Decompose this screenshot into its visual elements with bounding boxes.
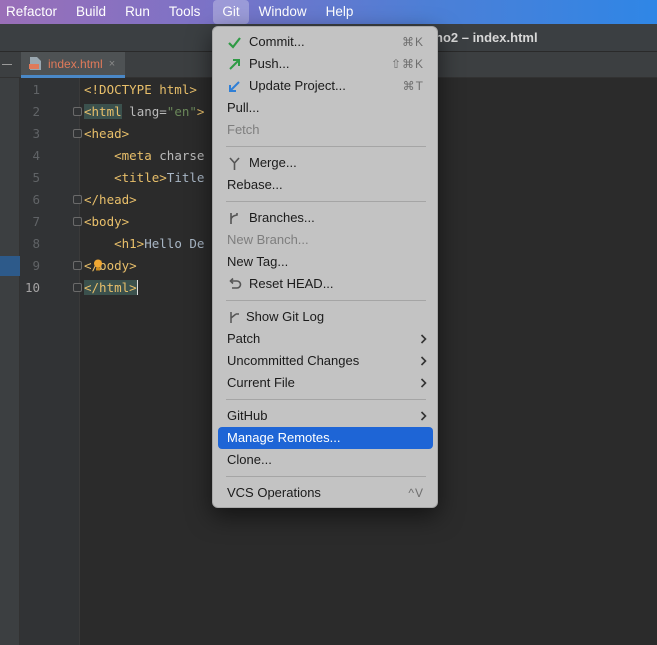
branch-icon bbox=[230, 213, 238, 224]
code-text: <title>Title bbox=[114, 170, 205, 185]
push-arrow-icon bbox=[229, 59, 240, 70]
update-arrow-icon bbox=[229, 81, 240, 92]
menu-item-fetch: Fetch bbox=[218, 119, 433, 141]
git-dropdown-menu: Commit... ⌘K Push... ⇧⌘K Update Project.… bbox=[212, 26, 438, 508]
menu-item-commit[interactable]: Commit... ⌘K bbox=[218, 31, 433, 53]
fold-marker-icon[interactable] bbox=[73, 195, 82, 204]
menu-item-reset-head[interactable]: Reset HEAD... bbox=[218, 273, 433, 295]
menu-item-update-project[interactable]: Update Project... ⌘T bbox=[218, 75, 433, 97]
menu-item-clone[interactable]: Clone... bbox=[218, 449, 433, 471]
menu-item-push[interactable]: Push... ⇧⌘K bbox=[218, 53, 433, 75]
menu-label: Update Project... bbox=[249, 78, 346, 93]
tab-close-icon[interactable]: × bbox=[109, 58, 115, 70]
menu-item-new-tag[interactable]: New Tag... bbox=[218, 251, 433, 273]
menu-item-current-file[interactable]: Current File bbox=[218, 372, 433, 394]
code-text: <h1>Hello De bbox=[114, 236, 205, 251]
collapse-icon[interactable] bbox=[2, 64, 12, 65]
menu-item-branches[interactable]: Branches... bbox=[218, 207, 433, 229]
menu-shortcut: ⇧⌘K bbox=[390, 57, 424, 71]
reset-icon bbox=[229, 277, 242, 289]
menu-separator bbox=[226, 399, 426, 400]
menu-item-patch[interactable]: Patch bbox=[218, 328, 433, 350]
line-number: 3 bbox=[32, 126, 40, 141]
html-file-icon bbox=[29, 57, 41, 70]
fold-marker-icon[interactable] bbox=[73, 283, 82, 292]
window-title: no2 – index.html bbox=[435, 30, 538, 45]
fold-marker-icon[interactable] bbox=[73, 129, 82, 138]
code-text: <!DOCTYPE html> bbox=[84, 82, 197, 97]
line-number: 4 bbox=[32, 148, 40, 163]
line-number: 7 bbox=[32, 214, 40, 229]
menu-item-show-git-log[interactable]: Show Git Log bbox=[218, 306, 433, 328]
menu-shortcut: ⌘K bbox=[401, 35, 424, 49]
commit-check-icon bbox=[228, 37, 241, 49]
lightbulb-icon[interactable] bbox=[93, 259, 103, 272]
code-text: <meta charse bbox=[114, 148, 205, 163]
menu-label: Patch bbox=[227, 331, 261, 346]
menu-refactor[interactable]: Refactor bbox=[0, 0, 68, 24]
tab-label: index.html bbox=[48, 56, 103, 71]
menu-item-new-branch: New Branch... bbox=[218, 229, 433, 251]
menu-label: Clone... bbox=[227, 452, 272, 467]
menu-label: Rebase... bbox=[227, 177, 283, 192]
project-tool-marker[interactable] bbox=[0, 256, 20, 276]
menu-item-github[interactable]: GitHub bbox=[218, 405, 433, 427]
menu-window[interactable]: Window bbox=[251, 0, 318, 24]
submenu-arrow-icon bbox=[420, 356, 427, 366]
menu-item-vcs-operations[interactable]: VCS Operations ^V bbox=[218, 482, 433, 504]
fold-marker-icon[interactable] bbox=[73, 217, 82, 226]
menu-item-manage-remotes[interactable]: Manage Remotes... bbox=[218, 427, 433, 449]
code-text: </body> bbox=[84, 258, 137, 273]
tab-index-html[interactable]: index.html × bbox=[21, 52, 125, 78]
line-number: 8 bbox=[32, 236, 40, 251]
menu-label: Fetch bbox=[227, 122, 260, 137]
line-number: 9 bbox=[32, 258, 40, 273]
menu-separator bbox=[226, 300, 426, 301]
git-log-icon bbox=[230, 312, 239, 323]
menu-label: New Tag... bbox=[227, 254, 289, 269]
code-text: </html> bbox=[84, 280, 138, 295]
menu-run[interactable]: Run bbox=[117, 0, 161, 24]
code-text: </head> bbox=[84, 192, 137, 207]
menu-git[interactable]: Git bbox=[213, 0, 249, 24]
merge-icon bbox=[229, 157, 240, 170]
menu-item-uncommitted-changes[interactable]: Uncommitted Changes bbox=[218, 350, 433, 372]
line-number: 2 bbox=[32, 104, 40, 119]
menu-label: Manage Remotes... bbox=[227, 430, 341, 445]
menu-separator bbox=[226, 201, 426, 202]
submenu-arrow-icon bbox=[420, 378, 427, 388]
code-text: <head> bbox=[84, 126, 130, 141]
menu-bar: Refactor Build Run Tools Git Window Help bbox=[0, 0, 657, 24]
menu-label: Uncommitted Changes bbox=[227, 353, 360, 368]
menu-label: Current File bbox=[227, 375, 295, 390]
line-number: 6 bbox=[32, 192, 40, 207]
line-number: 5 bbox=[32, 170, 40, 185]
menu-help[interactable]: Help bbox=[318, 0, 365, 24]
menu-label: GitHub bbox=[227, 408, 268, 423]
submenu-arrow-icon bbox=[420, 334, 427, 344]
fold-marker-icon[interactable] bbox=[73, 107, 82, 116]
menu-item-pull[interactable]: Pull... bbox=[218, 97, 433, 119]
menu-item-merge[interactable]: Merge... bbox=[218, 152, 433, 174]
menu-tools[interactable]: Tools bbox=[161, 0, 212, 24]
code-text: <html lang="en"> bbox=[84, 104, 205, 119]
menu-label: Pull... bbox=[227, 100, 260, 115]
menu-label: Reset HEAD... bbox=[249, 276, 334, 291]
submenu-arrow-icon bbox=[420, 411, 427, 421]
fold-marker-icon[interactable] bbox=[73, 261, 82, 270]
line-number: 1 bbox=[32, 82, 40, 97]
menu-separator bbox=[226, 146, 426, 147]
menu-build[interactable]: Build bbox=[68, 0, 117, 24]
project-tool-strip bbox=[0, 78, 20, 645]
line-number: 10 bbox=[24, 280, 40, 295]
menu-label: New Branch... bbox=[227, 232, 309, 247]
menu-shortcut: ^V bbox=[408, 486, 424, 500]
menu-shortcut: ⌘T bbox=[402, 79, 424, 93]
menu-label: VCS Operations bbox=[227, 485, 321, 500]
menu-item-rebase[interactable]: Rebase... bbox=[218, 174, 433, 196]
menu-separator bbox=[226, 476, 426, 477]
code-text: <body> bbox=[84, 214, 130, 229]
